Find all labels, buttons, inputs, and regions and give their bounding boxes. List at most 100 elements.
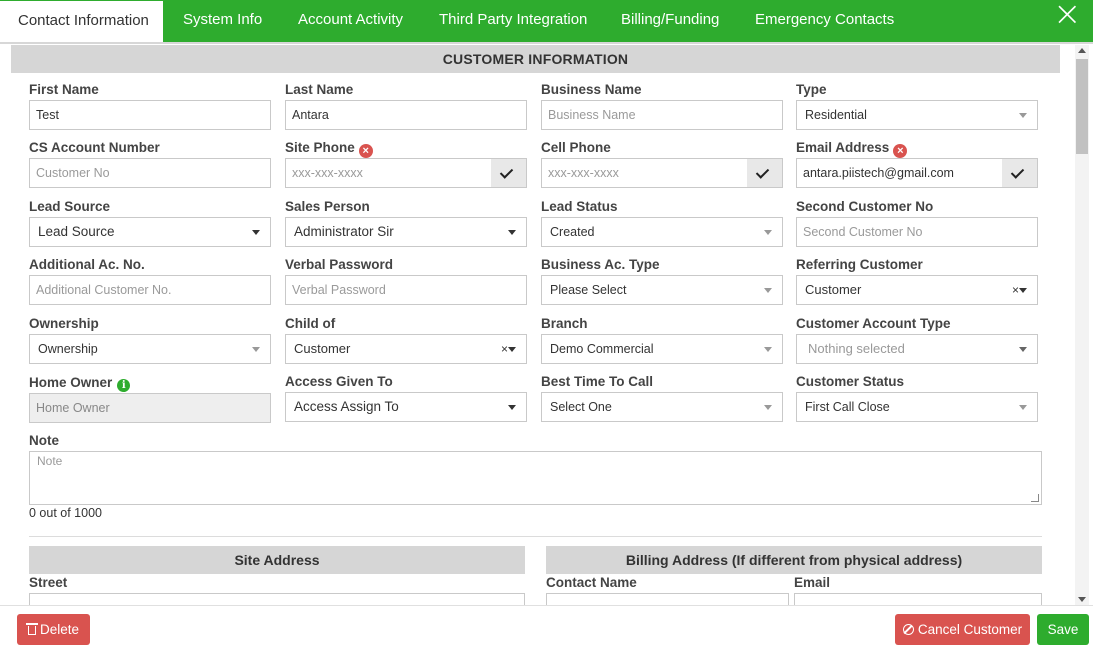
contact-name-input[interactable] bbox=[546, 593, 789, 605]
tab-emergency-contacts[interactable]: Emergency Contacts bbox=[755, 0, 894, 42]
street-input[interactable] bbox=[29, 593, 525, 605]
tab-account-activity[interactable]: Account Activity bbox=[298, 0, 403, 42]
check-icon bbox=[755, 165, 770, 179]
site-phone-input[interactable]: xxx-xxx-xxxx bbox=[285, 158, 492, 188]
additional-ac-no-label: Additional Ac. No. bbox=[29, 257, 145, 272]
chevron-down-icon bbox=[1019, 347, 1027, 352]
branch-value: Demo Commercial bbox=[550, 342, 654, 356]
clear-icon[interactable]: × bbox=[501, 335, 508, 363]
chevron-down-icon bbox=[764, 347, 772, 352]
info-icon[interactable]: i bbox=[117, 379, 131, 392]
note-placeholder: Note bbox=[37, 454, 63, 468]
access-given-to-select[interactable]: Access Assign To bbox=[285, 392, 527, 422]
close-icon[interactable]: × bbox=[1053, 0, 1082, 31]
chevron-down-icon bbox=[508, 347, 516, 352]
scroll-up-icon[interactable] bbox=[1078, 48, 1086, 53]
last-name-input[interactable]: Antara bbox=[285, 100, 527, 130]
customer-status-value: First Call Close bbox=[805, 400, 890, 414]
billing-email-input[interactable] bbox=[794, 593, 1042, 605]
sales-person-value: Administrator Sir bbox=[294, 224, 394, 239]
check-icon bbox=[499, 165, 514, 179]
email-input[interactable]: antara.piistech@gmail.com bbox=[796, 158, 1003, 188]
branch-select[interactable]: Demo Commercial bbox=[541, 334, 783, 364]
lead-status-value: Created bbox=[550, 225, 595, 239]
clear-icon[interactable]: × bbox=[1012, 276, 1019, 304]
chevron-down-icon bbox=[1019, 405, 1027, 410]
referring-customer-value: Customer bbox=[805, 282, 862, 297]
chevron-down-icon bbox=[252, 347, 260, 352]
cell-phone-verify-button[interactable] bbox=[747, 158, 783, 188]
chevron-down-icon bbox=[764, 288, 772, 293]
verbal-password-label: Verbal Password bbox=[285, 257, 394, 272]
lead-source-value: Lead Source bbox=[38, 224, 115, 239]
type-value: Residential bbox=[805, 108, 867, 122]
tab-billing-funding[interactable]: Billing/Funding bbox=[621, 0, 719, 42]
best-time-to-call-value: Select One bbox=[550, 400, 612, 414]
child-of-value: Customer bbox=[294, 341, 351, 356]
resize-handle-icon[interactable] bbox=[1031, 494, 1039, 502]
cell-phone-label: Cell Phone bbox=[541, 140, 611, 155]
email-label-text: Email Address bbox=[796, 140, 890, 155]
cs-account-number-input[interactable]: Customer No bbox=[29, 158, 271, 188]
tab-contact-information[interactable]: Contact Information bbox=[0, 0, 163, 42]
check-icon bbox=[1010, 165, 1025, 179]
email-label: Email Address × bbox=[796, 140, 908, 158]
site-phone-label: Site Phone × bbox=[285, 140, 373, 158]
business-ac-type-label: Business Ac. Type bbox=[541, 257, 660, 272]
scroll-thumb[interactable] bbox=[1076, 59, 1088, 154]
customer-account-type-value: Nothing selected bbox=[808, 341, 905, 356]
trash-icon bbox=[25, 623, 38, 635]
tab-third-party-integration[interactable]: Third Party Integration bbox=[439, 0, 587, 42]
billing-address-title: Billing Address (If different from physi… bbox=[546, 546, 1042, 574]
tab-system-info[interactable]: System Info bbox=[183, 0, 262, 42]
lead-status-select[interactable]: Created bbox=[541, 217, 783, 247]
referring-customer-label: Referring Customer bbox=[796, 257, 923, 272]
verbal-password-input[interactable]: Verbal Password bbox=[285, 275, 527, 305]
home-owner-label: Home Owner i bbox=[29, 375, 131, 392]
ownership-select[interactable]: Ownership bbox=[29, 334, 271, 364]
best-time-to-call-select[interactable]: Select One bbox=[541, 392, 783, 422]
cancel-customer-button[interactable]: Cancel Customer bbox=[895, 614, 1030, 645]
referring-customer-select[interactable]: Customer × bbox=[796, 275, 1038, 305]
scroll-down-icon[interactable] bbox=[1078, 597, 1086, 602]
contact-name-label: Contact Name bbox=[546, 575, 637, 590]
first-name-input[interactable]: Test bbox=[29, 100, 271, 130]
note-char-counter: 0 out of 1000 bbox=[29, 506, 102, 520]
type-select[interactable]: Residential bbox=[796, 100, 1038, 130]
customer-status-select[interactable]: First Call Close bbox=[796, 392, 1038, 422]
email-verify-button[interactable] bbox=[1002, 158, 1038, 188]
delete-label: Delete bbox=[39, 622, 80, 637]
site-phone-label-text: Site Phone bbox=[285, 140, 355, 155]
chevron-down-icon bbox=[764, 405, 772, 410]
save-button[interactable]: Save bbox=[1037, 614, 1089, 645]
child-of-select[interactable]: Customer × bbox=[285, 334, 527, 364]
customer-account-type-select[interactable]: Nothing selected bbox=[796, 334, 1038, 364]
first-name-label: First Name bbox=[29, 82, 99, 97]
site-phone-verify-button[interactable] bbox=[491, 158, 527, 188]
second-customer-no-input[interactable]: Second Customer No bbox=[796, 217, 1038, 247]
lead-source-select[interactable]: Lead Source bbox=[29, 217, 271, 247]
divider bbox=[29, 536, 1042, 537]
business-ac-type-select[interactable]: Please Select bbox=[541, 275, 783, 305]
note-textarea[interactable]: Note bbox=[29, 451, 1042, 505]
business-name-input[interactable]: Business Name bbox=[541, 100, 783, 130]
chevron-down-icon bbox=[252, 230, 260, 235]
type-label: Type bbox=[796, 82, 827, 97]
customer-form: CUSTOMER INFORMATION First Name Test Las… bbox=[11, 45, 1060, 605]
sales-person-select[interactable]: Administrator Sir bbox=[285, 217, 527, 247]
tab-bar: Contact Information System Info Account … bbox=[0, 0, 1093, 42]
delete-button[interactable]: Delete bbox=[17, 614, 90, 645]
note-label: Note bbox=[29, 433, 59, 448]
customer-status-label: Customer Status bbox=[796, 374, 905, 389]
cell-phone-input[interactable]: xxx-xxx-xxxx bbox=[541, 158, 748, 188]
tab-divider bbox=[0, 42, 1093, 44]
best-time-to-call-label: Best Time To Call bbox=[541, 374, 654, 389]
customer-account-type-label: Customer Account Type bbox=[796, 316, 951, 331]
cs-account-number-label: CS Account Number bbox=[29, 140, 160, 155]
ownership-label: Ownership bbox=[29, 316, 99, 331]
access-given-to-label: Access Given To bbox=[285, 374, 393, 389]
scrollbar[interactable] bbox=[1075, 45, 1089, 605]
home-owner-input: Home Owner bbox=[29, 393, 271, 423]
chevron-down-icon bbox=[508, 405, 516, 410]
additional-ac-no-input[interactable]: Additional Customer No. bbox=[29, 275, 271, 305]
